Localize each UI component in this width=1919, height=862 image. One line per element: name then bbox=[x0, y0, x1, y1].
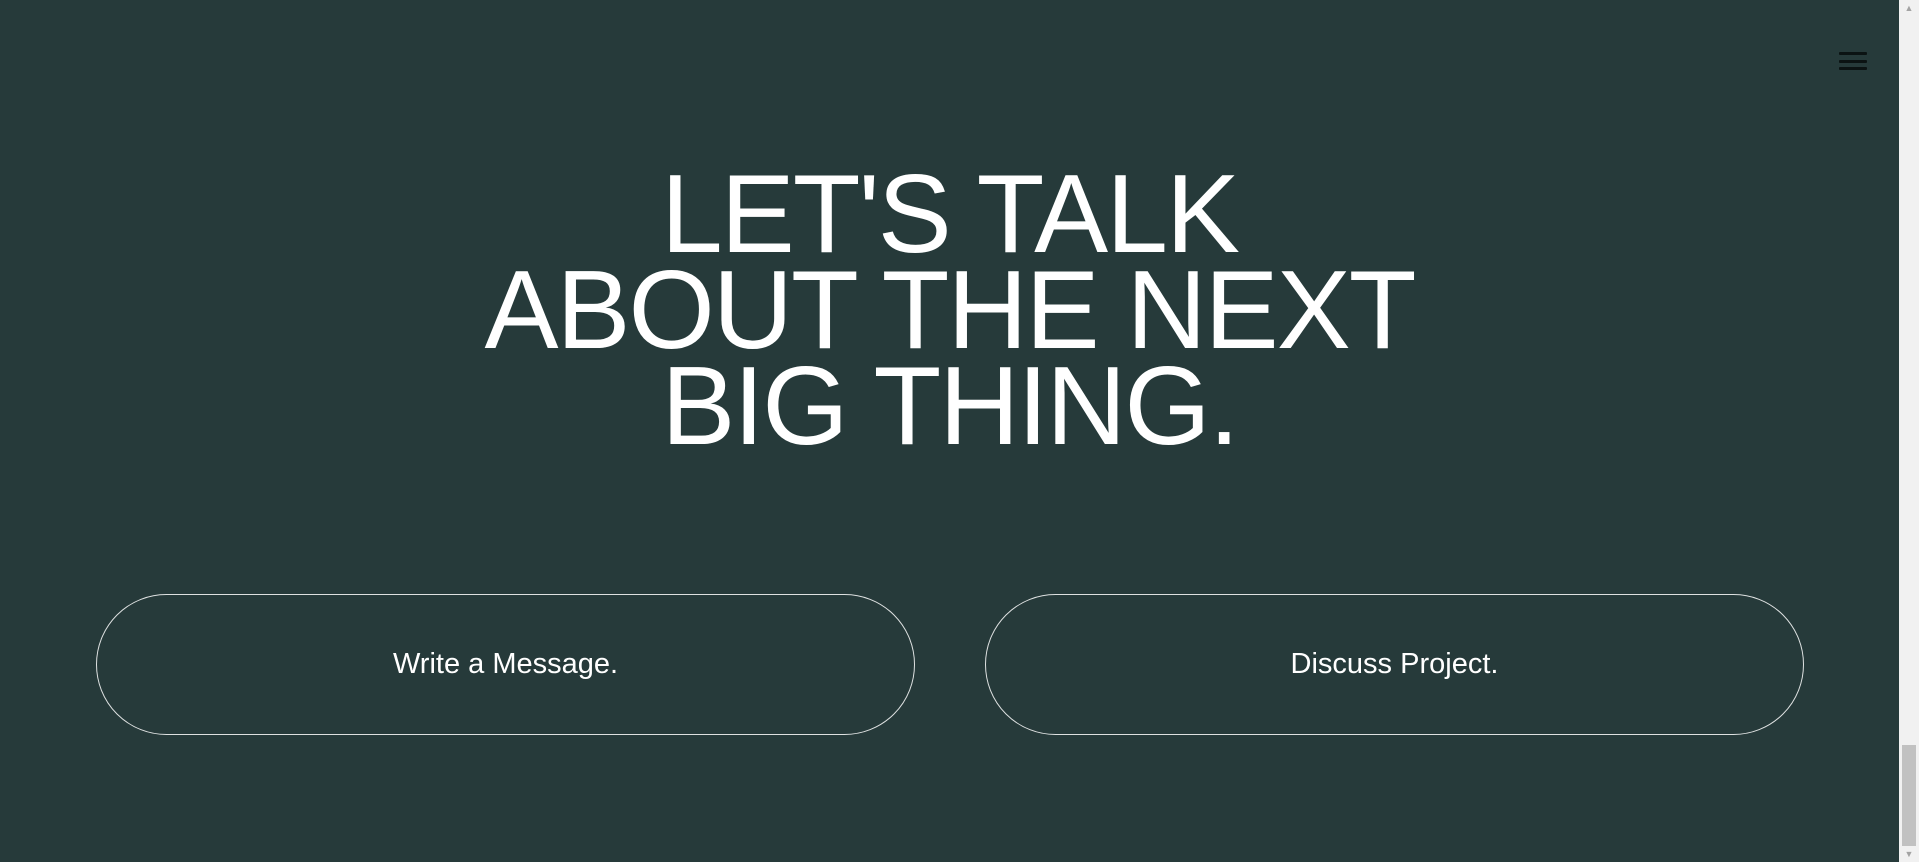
scroll-up-icon[interactable]: ▲ bbox=[1899, 0, 1919, 16]
headline-line-3: BIG THING. bbox=[661, 344, 1239, 468]
scroll-down-icon[interactable]: ▼ bbox=[1899, 846, 1919, 862]
discuss-project-button[interactable]: Discuss Project. bbox=[985, 594, 1804, 735]
vertical-scrollbar[interactable]: ▲ ▼ bbox=[1899, 0, 1919, 862]
page: LET'S TALK ABOUT THE NEXT BIG THING. Wri… bbox=[0, 0, 1919, 862]
scrollbar-thumb[interactable] bbox=[1902, 745, 1916, 846]
menu-line-icon bbox=[1839, 52, 1867, 55]
menu-line-icon bbox=[1839, 59, 1867, 63]
menu-line-icon bbox=[1839, 67, 1867, 70]
write-message-button[interactable]: Write a Message. bbox=[96, 594, 915, 735]
hamburger-menu-button[interactable] bbox=[1839, 50, 1867, 72]
contact-actions: Write a Message. Discuss Project. bbox=[96, 594, 1804, 735]
contact-headline: LET'S TALK ABOUT THE NEXT BIG THING. bbox=[0, 159, 1899, 468]
contact-section: LET'S TALK ABOUT THE NEXT BIG THING. Wri… bbox=[0, 0, 1899, 862]
